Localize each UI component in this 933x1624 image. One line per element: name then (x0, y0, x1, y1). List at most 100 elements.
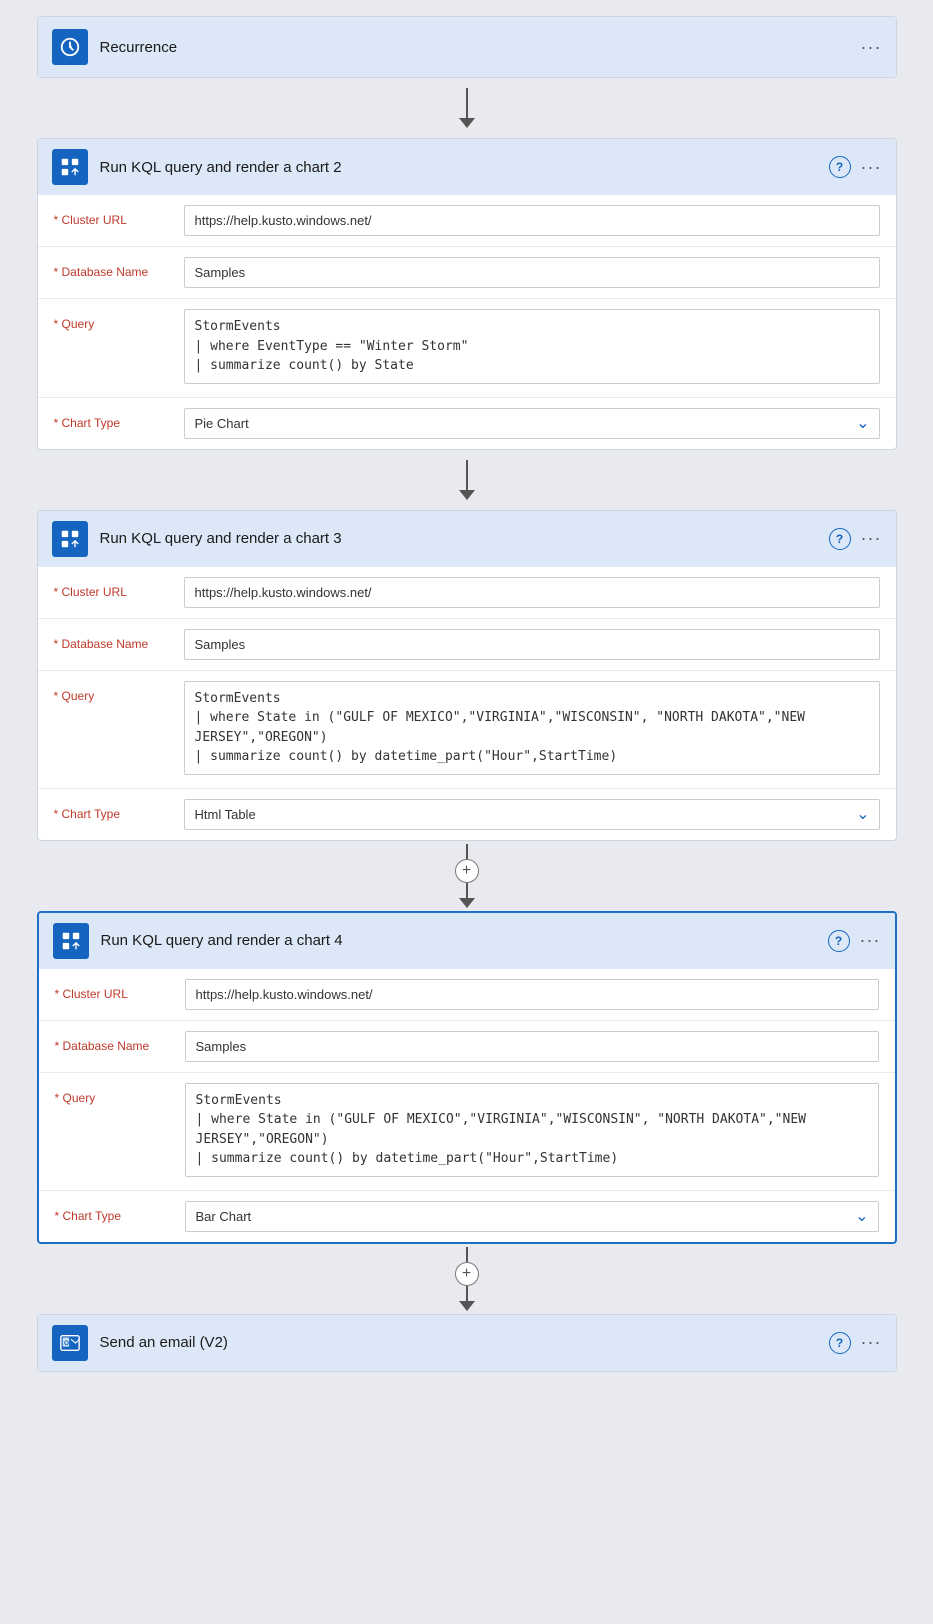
card-2-chart-type-value: Pie Chart Bar Chart Html Table ⌄ (184, 408, 880, 439)
card-2-header: Run KQL query and render a chart 2 ? ··· (38, 139, 896, 195)
card-2-chart-type-row: Chart Type Pie Chart Bar Chart Html Tabl… (38, 398, 896, 449)
card-3-chart-type-row: Chart Type Html Table Bar Chart Pie Char… (38, 789, 896, 840)
card-3-query-textarea[interactable]: StormEvents | where State in ("GULF OF M… (184, 681, 880, 775)
card-2-cluster-url-label: Cluster URL (54, 205, 184, 227)
email-card: O Send an email (V2) ? ··· (37, 1314, 897, 1372)
card-2-help-button[interactable]: ? (829, 156, 851, 178)
arrow-connector-plus-1: + (455, 841, 479, 911)
card-4-chart-type-row: Chart Type Bar Chart Pie Chart Html Tabl… (39, 1191, 895, 1242)
recurrence-more-button[interactable]: ··· (861, 37, 882, 58)
card-2-title: Run KQL query and render a chart 2 (100, 159, 817, 176)
card-4-db-name-input[interactable] (185, 1031, 879, 1062)
svg-text:O: O (64, 1339, 69, 1346)
card-3: Run KQL query and render a chart 3 ? ···… (37, 510, 897, 841)
card-3-query-label: Query (54, 681, 184, 703)
card-3-chart-type-select-wrapper: Html Table Bar Chart Pie Chart ⌄ (184, 799, 880, 830)
card-2-cluster-url-row: Cluster URL (38, 195, 896, 247)
card-2-query-label: Query (54, 309, 184, 331)
card-3-cluster-url-label: Cluster URL (54, 577, 184, 599)
card-4-chart-type-select[interactable]: Bar Chart Pie Chart Html Table (185, 1201, 879, 1232)
recurrence-title: Recurrence (100, 39, 849, 56)
kql-icon-3 (59, 528, 81, 550)
email-card-help-button[interactable]: ? (829, 1332, 851, 1354)
card-4-cluster-url-value (185, 979, 879, 1010)
card-4-cluster-url-row: Cluster URL (39, 969, 895, 1021)
card-3-more-button[interactable]: ··· (861, 528, 882, 549)
card-2-cluster-url-input[interactable] (184, 205, 880, 236)
card-3-cluster-url-input[interactable] (184, 577, 880, 608)
arrow-head-plus-1 (459, 898, 475, 908)
card-4-query-textarea[interactable]: StormEvents | where State in ("GULF OF M… (185, 1083, 879, 1177)
card-2-query-textarea[interactable]: StormEvents | where EventType == "Winter… (184, 309, 880, 384)
card-3-icon (52, 521, 88, 557)
arrow-head-2 (459, 490, 475, 500)
card-3-help-button[interactable]: ? (829, 528, 851, 550)
add-step-button-2[interactable]: + (455, 1262, 479, 1286)
email-card-header: O Send an email (V2) ? ··· (38, 1315, 896, 1371)
card-2-db-name-value (184, 257, 880, 288)
kql-icon-2 (59, 156, 81, 178)
email-icon: O (59, 1332, 81, 1354)
card-4-cluster-url-input[interactable] (185, 979, 879, 1010)
card-3-chart-type-value: Html Table Bar Chart Pie Chart ⌄ (184, 799, 880, 830)
recurrence-header: Recurrence ··· (38, 17, 896, 77)
email-card-title: Send an email (V2) (100, 1334, 817, 1351)
card-2-query-value: StormEvents | where EventType == "Winter… (184, 309, 880, 387)
card-4-actions: ? ··· (828, 930, 881, 952)
card-4-title: Run KQL query and render a chart 4 (101, 932, 816, 949)
arrow-line-bottom-1 (466, 883, 468, 898)
card-4-header: Run KQL query and render a chart 4 ? ··· (39, 913, 895, 969)
email-card-more-button[interactable]: ··· (861, 1332, 882, 1353)
card-2-db-name-label: Database Name (54, 257, 184, 279)
card-4-chart-type-select-wrapper: Bar Chart Pie Chart Html Table ⌄ (185, 1201, 879, 1232)
card-2-query-row: Query StormEvents | where EventType == "… (38, 299, 896, 398)
card-2-body: Cluster URL Database Name Query StormEve… (38, 195, 896, 449)
card-3-actions: ? ··· (829, 528, 882, 550)
recurrence-actions: ··· (861, 37, 882, 58)
arrow-line-bottom-2 (466, 1286, 468, 1301)
card-2-chart-type-label: Chart Type (54, 408, 184, 430)
card-3-cluster-url-row: Cluster URL (38, 567, 896, 619)
card-4-query-value: StormEvents | where State in ("GULF OF M… (185, 1083, 879, 1180)
card-3-db-name-value (184, 629, 880, 660)
card-3-cluster-url-value (184, 577, 880, 608)
card-3-header: Run KQL query and render a chart 3 ? ··· (38, 511, 896, 567)
arrow-connector-plus-2: + (455, 1244, 479, 1314)
kql-icon-4 (60, 930, 82, 952)
arrow-head-1 (459, 118, 475, 128)
arrow-connector-1 (459, 78, 475, 138)
card-3-query-row: Query StormEvents | where State in ("GUL… (38, 671, 896, 789)
card-2-actions: ? ··· (829, 156, 882, 178)
email-card-icon: O (52, 1325, 88, 1361)
card-3-db-name-label: Database Name (54, 629, 184, 651)
arrow-line-1 (466, 88, 468, 118)
card-2-chart-type-select[interactable]: Pie Chart Bar Chart Html Table (184, 408, 880, 439)
clock-icon (59, 36, 81, 58)
card-2-more-button[interactable]: ··· (861, 157, 882, 178)
card-4-cluster-url-label: Cluster URL (55, 979, 185, 1001)
card-4-chart-type-value: Bar Chart Pie Chart Html Table ⌄ (185, 1201, 879, 1232)
card-4: Run KQL query and render a chart 4 ? ···… (37, 911, 897, 1244)
card-3-body: Cluster URL Database Name Query StormEve… (38, 567, 896, 840)
card-4-query-label: Query (55, 1083, 185, 1105)
card-4-body: Cluster URL Database Name Query StormEve… (39, 969, 895, 1242)
card-2-db-name-input[interactable] (184, 257, 880, 288)
card-4-help-button[interactable]: ? (828, 930, 850, 952)
card-3-query-value: StormEvents | where State in ("GULF OF M… (184, 681, 880, 778)
card-2: Run KQL query and render a chart 2 ? ···… (37, 138, 897, 450)
card-3-chart-type-select[interactable]: Html Table Bar Chart Pie Chart (184, 799, 880, 830)
arrow-line-top-1 (466, 844, 468, 859)
add-step-button-1[interactable]: + (455, 859, 479, 883)
arrow-connector-2 (459, 450, 475, 510)
arrow-head-plus-2 (459, 1301, 475, 1311)
card-4-db-name-value (185, 1031, 879, 1062)
card-4-db-name-label: Database Name (55, 1031, 185, 1053)
card-4-more-button[interactable]: ··· (860, 930, 881, 951)
card-4-icon (53, 923, 89, 959)
card-3-db-name-input[interactable] (184, 629, 880, 660)
flow-container: Recurrence ··· Run KQL query and ren (16, 16, 917, 1372)
card-2-chart-type-select-wrapper: Pie Chart Bar Chart Html Table ⌄ (184, 408, 880, 439)
card-2-cluster-url-value (184, 205, 880, 236)
recurrence-icon (52, 29, 88, 65)
card-3-db-name-row: Database Name (38, 619, 896, 671)
